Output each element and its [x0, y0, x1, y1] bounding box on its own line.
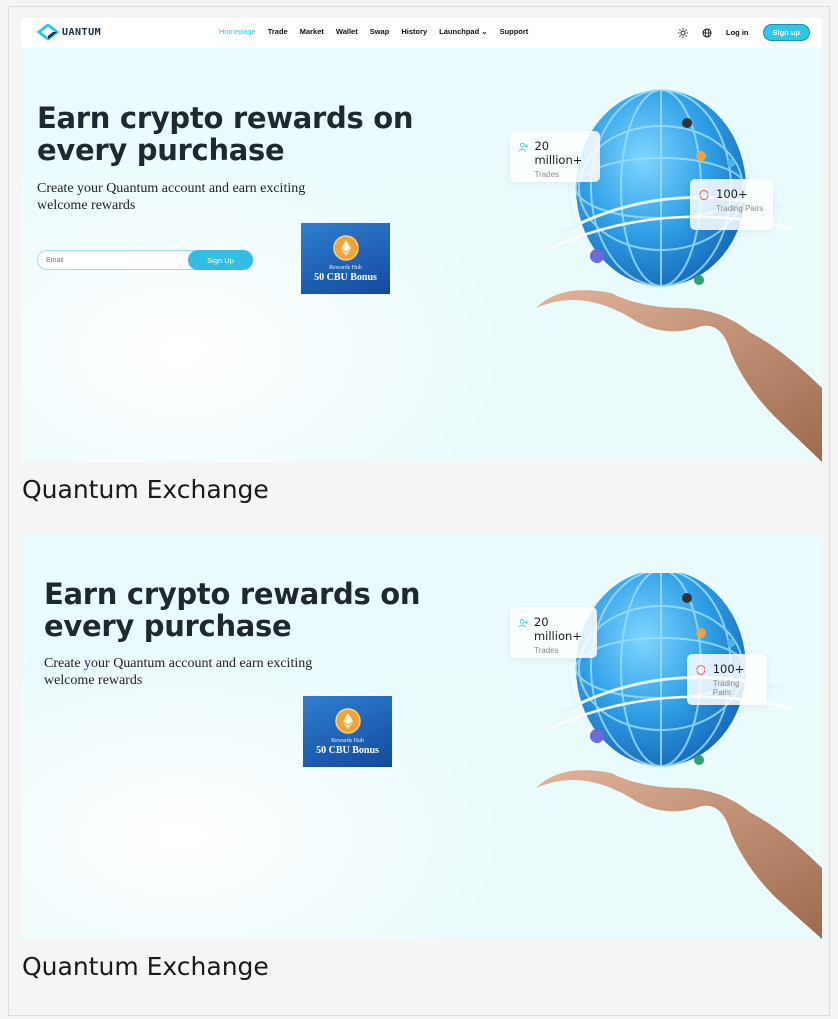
- nav-right: Log in Sign up: [678, 24, 810, 41]
- headline-2-line-1: Earn crypto rewards on: [44, 577, 421, 611]
- top-nav: UANTUM Homepage Trade Market Wallet Swap…: [21, 18, 822, 48]
- quantum-logo-icon: [37, 24, 59, 40]
- login-link[interactable]: Log in: [726, 28, 749, 37]
- refresh-icon: [696, 665, 706, 675]
- signup-button[interactable]: Sign up: [762, 24, 810, 41]
- logo-text: UANTUM: [62, 26, 102, 38]
- ethereum-coin-icon: [332, 235, 359, 261]
- hero-headline: Earn crypto rewards on every purchase: [37, 102, 413, 166]
- user-plus-icon: [518, 142, 529, 152]
- rewards-bonus: 50 CBU Bonus: [314, 272, 377, 283]
- chevron-down-icon: ⌄: [481, 27, 488, 36]
- trading-pairs-value-2: 100+: [712, 662, 745, 676]
- nav-swap[interactable]: Swap: [370, 27, 390, 36]
- hero-panel-with-nav: UANTUM Homepage Trade Market Wallet Swap…: [21, 18, 822, 462]
- hero-headline-2: Earn crypto rewards on every purchase: [44, 578, 420, 642]
- rewards-hub-title: Rewards Hub: [329, 265, 362, 271]
- rewards-hub-card[interactable]: Rewards Hub 50 CBU Bonus: [301, 223, 390, 294]
- rewards-hub-card-2[interactable]: Rewards Hub 50 CBU Bonus: [303, 696, 392, 767]
- trades-stat-card-2: 20 million+ Trades: [510, 607, 597, 658]
- trading-pairs-value: 100+: [716, 187, 748, 201]
- trading-pairs-stat-card: 100+ Trading Pairs: [690, 179, 773, 230]
- email-signup-button[interactable]: Sign Up: [188, 250, 253, 270]
- trading-pairs-stat-card-2: 100+ Trading Pairs: [687, 654, 767, 705]
- email-signup-form: Sign Up: [37, 250, 253, 270]
- trades-value: 20 million+: [534, 139, 583, 167]
- sun-icon[interactable]: [678, 27, 688, 38]
- nav-wallet[interactable]: Wallet: [336, 27, 358, 36]
- hero-panel-no-nav: Earn crypto rewards on every purchase Cr…: [21, 533, 822, 939]
- trades-stat-card: 20 million+ Trades: [510, 131, 600, 182]
- rewards-hub-title-2: Rewards Hub: [331, 738, 364, 744]
- ethereum-coin-icon: [334, 708, 361, 734]
- trades-label-2: Trades: [533, 646, 559, 655]
- headline-line-1: Earn crypto rewards on: [37, 101, 414, 135]
- caption-1: Quantum Exchange: [22, 475, 269, 504]
- headline-2-line-2: every purchase: [44, 609, 292, 643]
- hero-subtext-2: Create your Quantum account and earn exc…: [44, 656, 313, 688]
- nav-support[interactable]: Support: [500, 27, 529, 36]
- nav-links: Homepage Trade Market Wallet Swap Histor…: [219, 27, 528, 36]
- hero-subtext: Create your Quantum account and earn exc…: [37, 181, 306, 213]
- rewards-bonus-2: 50 CBU Bonus: [316, 745, 379, 756]
- trades-value-2: 20 million+: [533, 615, 582, 643]
- nav-homepage[interactable]: Homepage: [219, 27, 256, 36]
- nav-history[interactable]: History: [401, 27, 427, 36]
- globe-icon[interactable]: [702, 28, 712, 38]
- user-plus-icon: [518, 619, 528, 628]
- caption-2: Quantum Exchange: [22, 952, 269, 981]
- refresh-icon: [699, 190, 709, 200]
- headline-line-2: every purchase: [37, 133, 285, 167]
- nav-launchpad-label: Launchpad: [439, 27, 480, 36]
- nav-trade[interactable]: Trade: [268, 27, 288, 36]
- trading-pairs-label-2: Trading Pairs: [712, 679, 740, 697]
- email-input[interactable]: [46, 254, 176, 267]
- nav-market[interactable]: Market: [300, 27, 324, 36]
- trades-label: Trades: [534, 170, 560, 179]
- nav-launchpad[interactable]: Launchpad ⌄: [439, 27, 487, 36]
- logo[interactable]: UANTUM: [37, 24, 101, 40]
- trading-pairs-label: Trading Pairs: [716, 204, 764, 213]
